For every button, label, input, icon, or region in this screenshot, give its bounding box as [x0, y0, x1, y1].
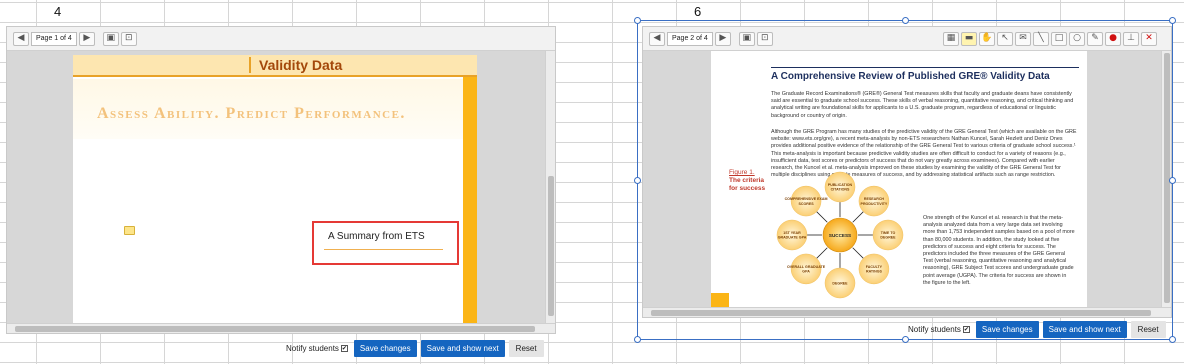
- left-action-bar: Notify students ✔ Save changes Save and s…: [286, 340, 544, 357]
- left-viewer-toolbar: ◀ Page 1 of 4 ▶ ▣ ⊡: [7, 27, 555, 51]
- save-and-show-next-button[interactable]: Save and show next: [420, 340, 505, 357]
- reset-button[interactable]: Reset: [508, 340, 544, 357]
- document-header-title: Validity Data: [249, 57, 342, 73]
- resize-handle-b[interactable]: [902, 336, 909, 343]
- fit-page-icon[interactable]: ▣: [102, 31, 119, 46]
- orange-side-stripe: [463, 77, 477, 325]
- save-changes-button[interactable]: Save changes: [353, 340, 417, 357]
- selection-frame[interactable]: [637, 20, 1173, 340]
- page-indicator[interactable]: Page 1 of 4: [31, 31, 77, 46]
- resize-handle-r[interactable]: [1169, 177, 1176, 184]
- row-label-left: 4: [54, 4, 62, 19]
- left-pdf-viewer: ◀ Page 1 of 4 ▶ ▣ ⊡ Validity Data Assess…: [6, 26, 556, 334]
- summary-text: A Summary from ETS: [328, 231, 425, 242]
- next-page-icon[interactable]: ▶: [78, 31, 95, 46]
- resize-handle-l[interactable]: [634, 177, 641, 184]
- resize-handle-br[interactable]: [1169, 336, 1176, 343]
- resize-handle-tr[interactable]: [1169, 17, 1176, 24]
- resize-handle-bl[interactable]: [634, 336, 641, 343]
- fit-width-icon[interactable]: ⊡: [120, 31, 137, 46]
- summary-annotation-box[interactable]: A Summary from ETS: [312, 221, 459, 265]
- comment-icon[interactable]: [124, 226, 135, 235]
- notify-students-label: Notify students: [286, 344, 339, 353]
- prev-page-icon[interactable]: ◀: [13, 31, 29, 46]
- resize-handle-tl[interactable]: [634, 17, 641, 24]
- left-document-page: Validity Data Assess Ability. Predict Pe…: [73, 55, 477, 325]
- left-horizontal-scrollbar[interactable]: [7, 323, 555, 333]
- row-label-right: 6: [694, 4, 702, 19]
- left-vertical-scrollbar[interactable]: [545, 51, 555, 323]
- notify-students-checkbox[interactable]: ✔: [340, 345, 348, 352]
- document-tagline: Assess Ability. Predict Performance.: [97, 105, 406, 122]
- resize-handle-t[interactable]: [902, 17, 909, 24]
